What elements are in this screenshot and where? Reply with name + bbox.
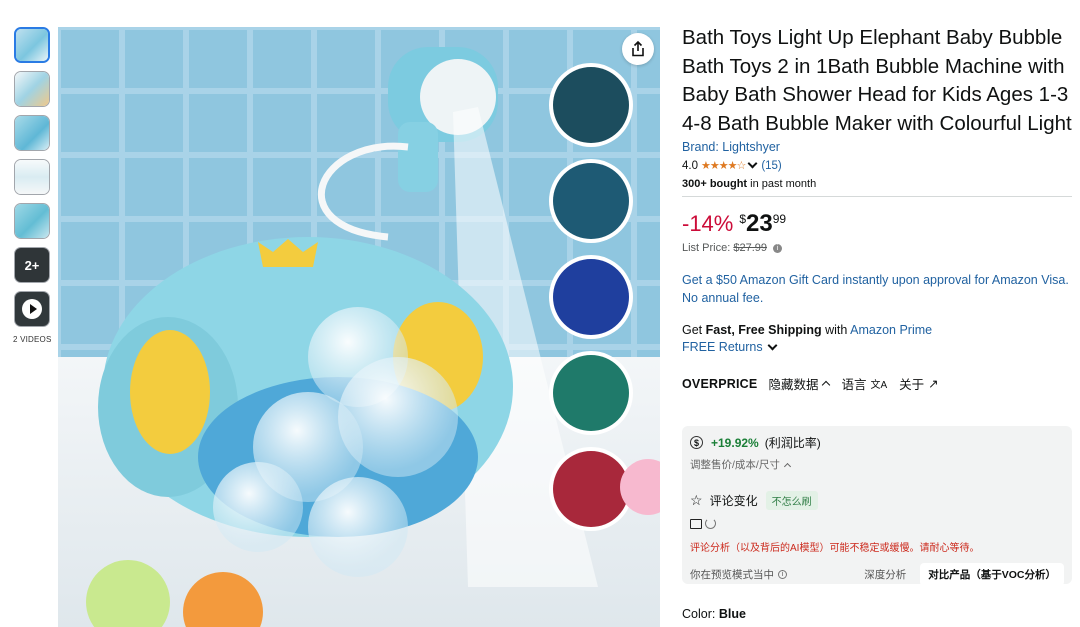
chevron-up-icon (822, 381, 831, 390)
review-icons-row (690, 518, 1064, 529)
product-info-panel: Bath Toys Light Up Elephant Baby Bubble … (682, 24, 1072, 393)
bought-period: in past month (747, 178, 817, 191)
translate-icon: 文A (870, 380, 888, 392)
main-product-image[interactable] (58, 27, 660, 627)
video-thumbnail[interactable] (14, 291, 50, 327)
shipping-prefix: Get (682, 323, 706, 338)
info-icon[interactable]: i (773, 243, 783, 253)
price-currency: $ (739, 212, 747, 227)
overprice-analysis-box: $ +19.92% (利润比率) 调整售价/成本/尺寸 ☆ 评论变化 不怎么刷 … (682, 426, 1072, 586)
profit-row: $ +19.92% (利润比率) (690, 434, 1064, 451)
star-rating-icon[interactable]: ★★★★☆ (701, 159, 746, 172)
profit-label: (利润比率) (764, 436, 821, 450)
profit-value: +19.92% (711, 435, 759, 450)
color-selection: Color: Blue (682, 607, 746, 621)
comment-icon[interactable] (690, 518, 702, 529)
share-icon (632, 41, 644, 57)
product-title: Bath Toys Light Up Elephant Baby Bubble … (682, 26, 1072, 135)
review-count-link[interactable]: (15) (761, 160, 781, 172)
chevron-down-icon (767, 340, 778, 351)
shipping-info: Get Fast, Free Shipping with Amazon Prim… (682, 323, 1072, 337)
loading-spinner-icon (705, 518, 716, 529)
bought-in-past-month: 300+ bought in past month (682, 178, 1072, 190)
more-images-thumbnail[interactable]: 2+ (14, 247, 50, 283)
discount-percent: -14% (682, 211, 734, 237)
hide-data-toggle[interactable]: 隐藏数据 (768, 374, 831, 393)
price-row: -14% $ 23 99 (682, 211, 1072, 237)
shipping-mid: with (821, 323, 851, 338)
dollar-icon: $ (690, 436, 703, 449)
color-label: Color: (682, 607, 719, 621)
list-price: List Price: $27.99 i (682, 242, 1072, 254)
share-button[interactable] (622, 33, 654, 65)
thumbnail-2[interactable] (14, 71, 50, 107)
chevron-down-icon[interactable] (747, 158, 758, 169)
preview-footer: 你在预览模式当中 i 深度分析 对比产品（基于VOC分析） (690, 563, 1064, 586)
deep-analysis-link[interactable]: 深度分析 (864, 567, 906, 582)
thumbnail-3[interactable] (14, 115, 50, 151)
brand-link[interactable]: Brand: Lightshyer (682, 140, 1072, 154)
star-outline-icon: ☆ (690, 492, 703, 508)
free-returns-label: FREE Returns (682, 340, 763, 355)
hide-data-label: 隐藏数据 (768, 378, 819, 393)
rating-row: 4.0 ★★★★☆ (15) (682, 158, 1072, 172)
overprice-toolbar: OVERPRICE 隐藏数据 语言 文A 关于 ↗ (682, 374, 1072, 393)
adjust-price-cost-toggle[interactable]: 调整售价/成本/尺寸 (690, 457, 1064, 472)
about-link[interactable]: 关于 ↗ (899, 374, 939, 393)
amazon-prime-link[interactable]: Amazon Prime (850, 323, 932, 337)
review-status-badge: 不怎么刷 (765, 491, 818, 510)
thumbnail-list: 2+ (14, 27, 52, 335)
bought-count: 300+ bought (682, 178, 748, 191)
free-returns-dropdown[interactable]: FREE Returns (682, 340, 1072, 354)
gift-card-offer-link[interactable]: Get a $50 Amazon Gift Card instantly upo… (682, 271, 1072, 307)
overprice-brand: OVERPRICE (682, 376, 758, 391)
adjust-label: 调整售价/成本/尺寸 (690, 459, 780, 471)
list-price-value: $27.99 (733, 242, 768, 255)
play-icon (22, 299, 42, 319)
shipping-bold: Fast, Free Shipping (705, 323, 822, 338)
review-analysis-warning: 评论分析（以及背后的AI模型）可能不稳定或缓慢。请耐心等待。 (690, 543, 980, 554)
price-fraction: 99 (772, 212, 787, 227)
compare-products-button[interactable]: 对比产品（基于VOC分析） (920, 563, 1064, 586)
language-button[interactable]: 语言 文A (841, 374, 887, 393)
price-whole: 23 (746, 210, 773, 238)
info-icon[interactable]: i (778, 570, 787, 579)
thumbnail-4[interactable] (14, 159, 50, 195)
external-link-icon: ↗ (928, 377, 939, 392)
color-value: Blue (718, 607, 746, 621)
chevron-up-icon (783, 462, 791, 470)
thumbnail-5[interactable] (14, 203, 50, 239)
list-price-label: List Price: (682, 242, 734, 255)
about-label: 关于 (899, 378, 925, 393)
divider (682, 196, 1072, 198)
rating-value: 4.0 (682, 159, 698, 172)
language-label: 语言 (841, 378, 867, 393)
thumbnail-1[interactable] (14, 27, 50, 63)
videos-count-label: 2 VIDEOS (13, 335, 52, 344)
review-change-row: ☆ 评论变化 不怎么刷 (690, 491, 1064, 510)
review-change-label: 评论变化 (709, 494, 758, 508)
preview-mode-label: 你在预览模式当中 (690, 569, 774, 581)
